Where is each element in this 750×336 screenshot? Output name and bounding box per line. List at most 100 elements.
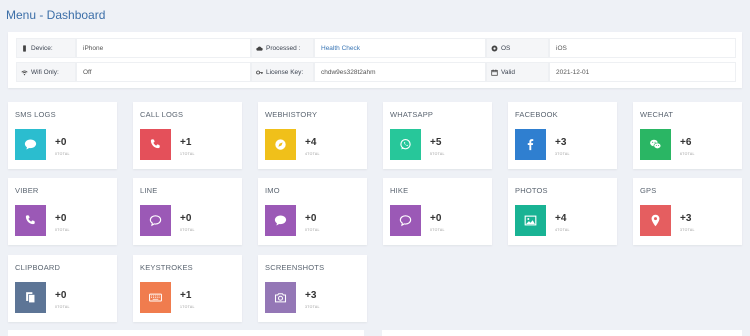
facebook-icon[interactable] bbox=[515, 129, 546, 160]
tile-total: 0TOTAL bbox=[55, 305, 70, 309]
tile-count: +3 bbox=[555, 137, 567, 148]
clipboard-icon-glyph bbox=[26, 292, 36, 304]
tile-total: 0TOTAL bbox=[180, 228, 195, 232]
tile-wechat[interactable]: WECHAT +6 6TOTAL bbox=[633, 102, 742, 169]
tile-count: +0 bbox=[180, 213, 192, 224]
tile-title: HIKE bbox=[390, 186, 409, 195]
tile-title: WHATSAPP bbox=[390, 110, 434, 119]
tile-hike[interactable]: HIKE +0 0TOTAL bbox=[383, 178, 492, 245]
camera-icon[interactable] bbox=[265, 282, 296, 313]
tile-count: +0 bbox=[55, 290, 67, 301]
whatsapp-icon-glyph bbox=[400, 138, 411, 150]
tile-total: 5TOTAL bbox=[430, 152, 445, 156]
tile-total: 0TOTAL bbox=[430, 228, 445, 232]
tile-total: 1TOTAL bbox=[180, 152, 195, 156]
calendar-icon bbox=[491, 69, 498, 76]
image-icon-glyph bbox=[524, 215, 537, 226]
tile-count: +0 bbox=[55, 213, 67, 224]
breadcrumb: Menu - Dashboard bbox=[6, 8, 106, 22]
valid-value: 2021-12-01 bbox=[549, 62, 736, 82]
tile-title: KEYSTROKES bbox=[140, 263, 193, 272]
wechat-icon-glyph bbox=[650, 139, 662, 149]
tile-total: 1TOTAL bbox=[180, 305, 195, 309]
tile-facebook[interactable]: FACEBOOK +3 3TOTAL bbox=[508, 102, 617, 169]
tile-title: SCREENSHOTS bbox=[265, 263, 325, 272]
whatsapp-icon[interactable] bbox=[390, 129, 421, 160]
facebook-icon-glyph bbox=[527, 139, 534, 151]
tile-title: CLIPBOARD bbox=[15, 263, 61, 272]
tile-total: 4TOTAL bbox=[555, 228, 570, 232]
tile-count: +5 bbox=[430, 137, 442, 148]
tile-count: +3 bbox=[305, 290, 317, 301]
chat-outline-icon-glyph bbox=[149, 215, 162, 227]
map-pin-icon[interactable] bbox=[640, 205, 671, 236]
license-label: License Key: bbox=[266, 68, 304, 76]
chat-icon-glyph bbox=[274, 215, 287, 226]
wifi-label-cell: Wifi Only: bbox=[16, 62, 76, 82]
tile-screenshots[interactable]: SCREENSHOTS +3 3TOTAL bbox=[258, 255, 367, 322]
processed-value[interactable]: Health Check bbox=[314, 38, 486, 58]
bottom-card-right bbox=[382, 330, 742, 336]
wifi-label: Wifi Only: bbox=[31, 68, 59, 76]
tile-count: +0 bbox=[55, 137, 67, 148]
device-label-cell: Device: bbox=[16, 38, 76, 58]
tile-line[interactable]: LINE +0 0TOTAL bbox=[133, 178, 242, 245]
keyboard-icon[interactable] bbox=[140, 282, 171, 313]
tile-total: 0TOTAL bbox=[305, 228, 320, 232]
tile-clipboard[interactable]: CLIPBOARD +0 0TOTAL bbox=[8, 255, 117, 322]
phone-icon-glyph bbox=[25, 215, 35, 225]
chat-outline-icon[interactable] bbox=[390, 205, 421, 236]
chat-outline-icon-glyph bbox=[399, 215, 412, 227]
tile-whatsapp[interactable]: WHATSAPP +5 5TOTAL bbox=[383, 102, 492, 169]
chat-icon-glyph bbox=[24, 139, 37, 150]
tile-call-logs[interactable]: CALL LOGS +1 1TOTAL bbox=[133, 102, 242, 169]
cloud-icon bbox=[256, 45, 263, 51]
valid-label-cell: Valid bbox=[486, 62, 549, 82]
tile-photos[interactable]: PHOTOS +4 4TOTAL bbox=[508, 178, 617, 245]
tile-count: +3 bbox=[680, 213, 692, 224]
tile-webhistory[interactable]: WEBHISTORY +4 4TOTAL bbox=[258, 102, 367, 169]
tile-title: SMS LOGS bbox=[15, 110, 56, 119]
os-label: OS bbox=[501, 44, 511, 52]
compass-icon[interactable] bbox=[265, 129, 296, 160]
valid-label: Valid bbox=[501, 68, 515, 76]
phone-icon bbox=[23, 44, 26, 52]
tile-title: IMO bbox=[265, 186, 280, 195]
os-value: iOS bbox=[549, 38, 736, 58]
chat-icon[interactable] bbox=[15, 129, 46, 160]
phone-icon-glyph bbox=[150, 139, 160, 149]
license-value: chdw9es328t2ahm bbox=[314, 62, 486, 82]
tile-gps[interactable]: GPS +3 3TOTAL bbox=[633, 178, 742, 245]
tile-title: LINE bbox=[140, 186, 158, 195]
compass-icon-glyph bbox=[275, 139, 286, 150]
tile-total: 3TOTAL bbox=[555, 152, 570, 156]
processed-label-cell: Processed : bbox=[251, 38, 314, 58]
tile-total: 6TOTAL bbox=[680, 152, 695, 156]
chat-icon[interactable] bbox=[265, 205, 296, 236]
tile-title: PHOTOS bbox=[515, 186, 548, 195]
tile-count: +6 bbox=[680, 137, 692, 148]
tile-sms-logs[interactable]: SMS LOGS +0 0TOTAL bbox=[8, 102, 117, 169]
tile-title: FACEBOOK bbox=[515, 110, 558, 119]
os-label-cell: OS bbox=[486, 38, 549, 58]
tile-keystrokes[interactable]: KEYSTROKES +1 1TOTAL bbox=[133, 255, 242, 322]
tile-title: WEBHISTORY bbox=[265, 110, 318, 119]
device-label: Device: bbox=[31, 44, 53, 52]
tile-count: +4 bbox=[555, 213, 567, 224]
tile-total: 0TOTAL bbox=[55, 152, 70, 156]
device-value: iPhone bbox=[76, 38, 251, 58]
phone-icon[interactable] bbox=[140, 129, 171, 160]
wechat-icon[interactable] bbox=[640, 129, 671, 160]
tile-title: GPS bbox=[640, 186, 657, 195]
tile-viber[interactable]: VIBER +0 0TOTAL bbox=[8, 178, 117, 245]
tile-imo[interactable]: IMO +0 0TOTAL bbox=[258, 178, 367, 245]
tile-count: +0 bbox=[305, 213, 317, 224]
os-icon bbox=[491, 45, 498, 51]
image-icon[interactable] bbox=[515, 205, 546, 236]
processed-label: Processed : bbox=[266, 44, 301, 52]
clipboard-icon[interactable] bbox=[15, 282, 46, 313]
tile-total: 3TOTAL bbox=[680, 228, 695, 232]
map-pin-icon-glyph bbox=[651, 214, 660, 227]
chat-outline-icon[interactable] bbox=[140, 205, 171, 236]
phone-icon[interactable] bbox=[15, 205, 46, 236]
